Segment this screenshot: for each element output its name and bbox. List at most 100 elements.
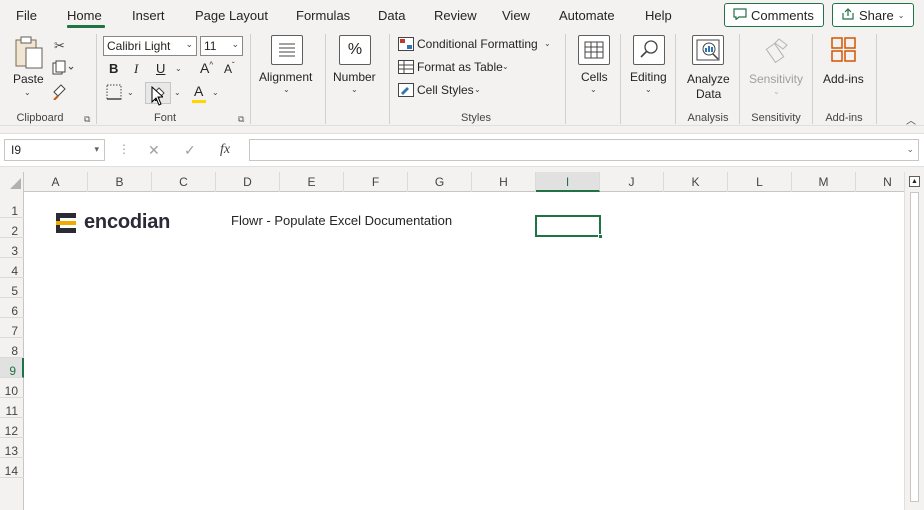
- tab-insert[interactable]: Insert: [132, 8, 165, 23]
- select-all-corner[interactable]: [0, 172, 24, 192]
- row-header-11[interactable]: 11: [0, 398, 24, 418]
- name-box[interactable]: I9 ▾: [4, 139, 105, 161]
- column-header-j[interactable]: J: [600, 172, 664, 192]
- chevron-down-icon[interactable]: ⌄: [175, 64, 182, 73]
- editing-button[interactable]: Editing: [630, 70, 667, 84]
- cells-icon[interactable]: [578, 35, 610, 65]
- collapse-ribbon-icon[interactable]: ︿: [906, 112, 916, 127]
- shrink-font-button[interactable]: Aˇ: [224, 61, 235, 76]
- font-color-letter: A: [194, 83, 204, 99]
- grow-font-button[interactable]: A^: [200, 60, 213, 76]
- enter-icon[interactable]: ✓: [184, 142, 196, 159]
- column-header-f[interactable]: F: [344, 172, 408, 192]
- row-header-9[interactable]: 9: [0, 358, 24, 378]
- chevron-down-icon[interactable]: ⌄: [174, 88, 181, 97]
- row-header-3[interactable]: 3: [0, 238, 24, 258]
- row-header-8[interactable]: 8: [0, 338, 24, 358]
- underline-button[interactable]: U: [156, 61, 165, 76]
- row-header-4[interactable]: 4: [0, 258, 24, 278]
- tab-page-layout[interactable]: Page Layout: [195, 8, 268, 23]
- dialog-launcher-icon[interactable]: ⧉: [84, 114, 90, 125]
- comments-button[interactable]: Comments: [724, 3, 824, 27]
- column-header-b[interactable]: B: [88, 172, 152, 192]
- column-header-g[interactable]: G: [408, 172, 472, 192]
- alignment-icon[interactable]: [271, 35, 303, 65]
- chevron-down-icon[interactable]: ⌄: [127, 88, 134, 97]
- cell-area[interactable]: [24, 192, 904, 510]
- column-header-d[interactable]: D: [216, 172, 280, 192]
- tab-view[interactable]: View: [502, 8, 530, 23]
- active-cell-selection[interactable]: [535, 215, 601, 237]
- scroll-thumb[interactable]: [910, 192, 919, 502]
- italic-button[interactable]: I: [134, 61, 138, 77]
- column-header-l[interactable]: L: [728, 172, 792, 192]
- chevron-down-icon[interactable]: ⌄: [212, 88, 219, 97]
- shrink-font-letter: A: [224, 62, 233, 76]
- row-header-10[interactable]: 10: [0, 378, 24, 398]
- bold-button[interactable]: B: [109, 61, 118, 76]
- cancel-icon[interactable]: ✕: [148, 142, 160, 159]
- search-icon[interactable]: [633, 35, 665, 65]
- row-header-7[interactable]: 7: [0, 318, 24, 338]
- separator: [675, 34, 676, 124]
- alignment-button[interactable]: Alignment: [259, 70, 312, 84]
- sheet-title-cell[interactable]: Flowr - Populate Excel Documentation: [231, 213, 452, 228]
- analyze-data-line1[interactable]: Analyze: [687, 72, 730, 86]
- row-header-12[interactable]: 12: [0, 418, 24, 438]
- copy-icon[interactable]: [52, 60, 74, 79]
- formula-bar: I9 ▾ ⋮ ✕ ✓ fx ⌄: [0, 133, 924, 167]
- insert-function-icon[interactable]: fx: [220, 142, 230, 158]
- tab-formulas[interactable]: Formulas: [296, 8, 350, 23]
- row-header-6[interactable]: 6: [0, 298, 24, 318]
- share-button[interactable]: Share ⌄: [832, 3, 914, 27]
- chevron-down-icon[interactable]: ⌄: [906, 144, 914, 155]
- vertical-scrollbar[interactable]: ▲: [904, 172, 924, 510]
- fill-handle[interactable]: [598, 234, 603, 239]
- row-header-2[interactable]: 2: [0, 218, 24, 238]
- column-header-c[interactable]: C: [152, 172, 216, 192]
- clipboard-group-label: Clipboard: [16, 112, 64, 124]
- row-header-5[interactable]: 5: [0, 278, 24, 298]
- formula-input[interactable]: ⌄: [249, 139, 919, 161]
- chevron-down-icon: ▾: [94, 144, 99, 154]
- chevron-down-icon: ⌄: [351, 85, 358, 94]
- column-header-e[interactable]: E: [280, 172, 344, 192]
- tab-help[interactable]: Help: [645, 8, 672, 23]
- row-header-14[interactable]: 14: [0, 458, 24, 478]
- tab-data[interactable]: Data: [378, 8, 405, 23]
- column-header-a[interactable]: A: [24, 172, 88, 192]
- dialog-launcher-icon[interactable]: ⧉: [238, 114, 244, 125]
- cut-icon[interactable]: ✂: [54, 38, 65, 54]
- format-painter-icon[interactable]: [52, 84, 70, 103]
- font-name-combo[interactable]: Calibri Light ⌄: [103, 36, 197, 56]
- column-header-m[interactable]: M: [792, 172, 856, 192]
- analyze-data-line2[interactable]: Data: [696, 87, 721, 101]
- column-header-h[interactable]: H: [472, 172, 536, 192]
- chevron-down-icon: ⌄: [24, 88, 31, 97]
- chevron-down-icon: ⌄: [544, 39, 551, 48]
- scroll-up-icon[interactable]: ▲: [909, 176, 920, 187]
- tab-home[interactable]: Home: [67, 8, 102, 23]
- percent-icon[interactable]: %: [339, 35, 371, 65]
- chevron-down-icon: ⌄: [502, 62, 509, 71]
- analyze-data-icon[interactable]: [692, 35, 724, 65]
- column-header-i[interactable]: I: [536, 172, 600, 192]
- font-size-combo[interactable]: 11 ⌄: [200, 36, 243, 56]
- font-size-value: 11: [204, 39, 217, 53]
- encodian-logo-text: encodian: [84, 211, 171, 233]
- cells-button[interactable]: Cells: [581, 70, 608, 84]
- column-header-k[interactable]: K: [664, 172, 728, 192]
- tab-automate[interactable]: Automate: [559, 8, 615, 23]
- add-ins-button[interactable]: Add-ins: [823, 72, 864, 86]
- sensitivity-group-label: Sensitivity: [751, 112, 801, 124]
- tab-review[interactable]: Review: [434, 8, 477, 23]
- borders-icon[interactable]: [106, 84, 122, 103]
- tab-file[interactable]: File: [16, 8, 37, 23]
- sensitivity-button[interactable]: Sensitivity: [749, 72, 803, 86]
- add-ins-icon: [830, 36, 858, 67]
- row-header-1[interactable]: 1: [0, 192, 24, 218]
- number-button[interactable]: Number: [333, 70, 376, 84]
- row-header-13[interactable]: 13: [0, 438, 24, 458]
- font-group-label: Font: [153, 112, 176, 124]
- ribbon-tabs: File Home Insert Page Layout Formulas Da…: [0, 0, 924, 30]
